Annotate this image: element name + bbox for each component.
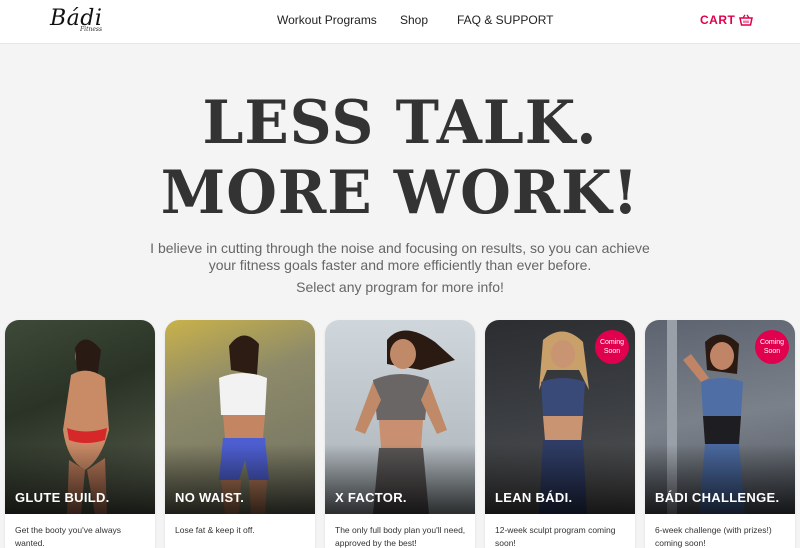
nav-faq-support[interactable]: FAQ & SUPPORT: [457, 0, 553, 44]
basket-icon: [739, 14, 754, 26]
hero-description: I believe in cutting through the noise a…: [150, 240, 650, 273]
coming-soon-badge: Coming Soon: [595, 330, 629, 364]
hero-line-1: LESS TALK.: [202, 88, 598, 158]
cart-button[interactable]: CART: [700, 11, 754, 29]
logo-subtitle: Fitness: [80, 26, 103, 33]
site-header: Bádi Fitness Workout Programs Shop FAQ &…: [0, 0, 800, 44]
nav-workout-programs[interactable]: Workout Programs: [277, 0, 377, 44]
athlete-figure: [63, 339, 109, 514]
program-title: NO WAIST.: [175, 490, 245, 505]
program-title: BÁDI CHALLENGE.: [655, 490, 780, 505]
cart-label: CART: [700, 13, 736, 27]
select-program-prompt: Select any program for more info!: [296, 279, 504, 295]
program-title: GLUTE BUILD.: [15, 490, 110, 505]
program-description: 12-week sculpt program coming soon!: [495, 525, 616, 548]
badi-logo[interactable]: Bádi Fitness: [50, 6, 110, 38]
program-description: 6-week challenge (with prizes!) coming s…: [655, 525, 772, 548]
athlete-figure: [219, 335, 269, 514]
program-description: The only full body plan you'll need, app…: [335, 525, 466, 548]
coming-soon-badge: Coming Soon: [755, 330, 789, 364]
program-title: X FACTOR.: [335, 490, 407, 505]
program-card-lean-badi[interactable]: Coming Soon LEAN BÁDI. 12-week sculpt pr…: [485, 320, 635, 548]
athlete-figure: [355, 330, 455, 514]
program-card-glute-build[interactable]: GLUTE BUILD. Get the booty you've always…: [5, 320, 155, 548]
program-card-badi-challenge[interactable]: Coming Soon BÁDI CHALLENGE. 6-week chall…: [645, 320, 795, 548]
program-photo: [165, 320, 315, 514]
hero-heading: LESS TALK. MORE WORK!: [0, 88, 800, 228]
program-description: Get the booty you've always wanted.: [15, 525, 122, 548]
nav-shop[interactable]: Shop: [400, 0, 428, 44]
program-photo: [325, 320, 475, 514]
program-card-x-factor[interactable]: X FACTOR. The only full body plan you'll…: [325, 320, 475, 548]
program-title: LEAN BÁDI.: [495, 490, 573, 505]
program-photo: [5, 320, 155, 514]
hero-line-2: MORE WORK!: [160, 158, 640, 228]
program-card-no-waist[interactable]: NO WAIST. Lose fat & keep it off.: [165, 320, 315, 548]
program-description: Lose fat & keep it off.: [175, 525, 255, 535]
